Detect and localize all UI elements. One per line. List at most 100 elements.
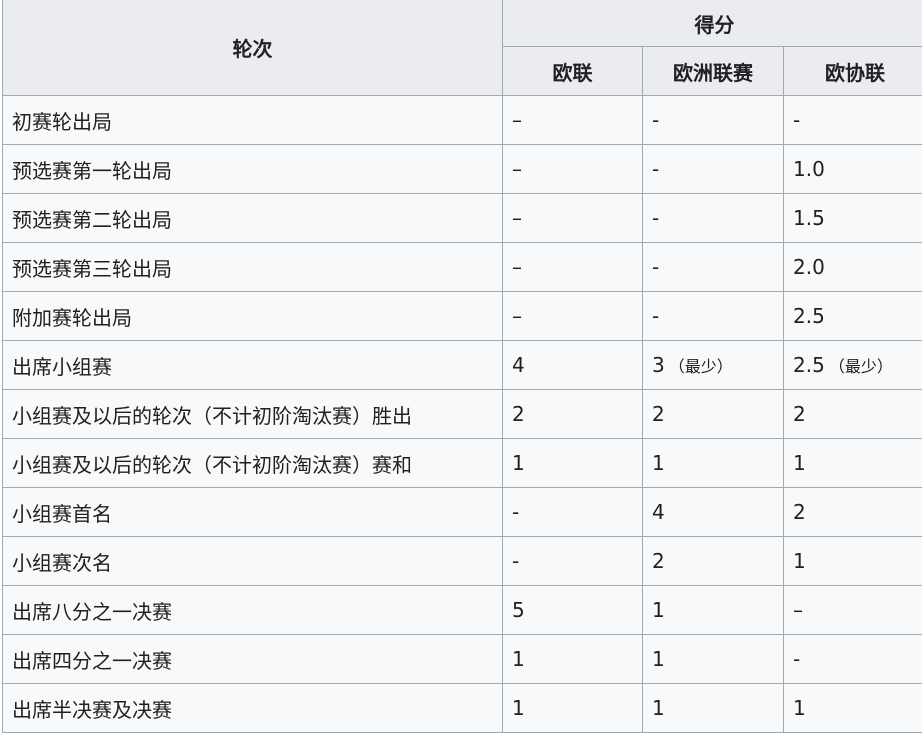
cell-ucl: 1 <box>503 439 643 488</box>
cell-uecl: 2 <box>784 390 922 439</box>
cell-uel-value: 1 <box>652 696 665 720</box>
cell-uecl-value: 1 <box>793 451 806 475</box>
cell-round: 出席八分之一决赛 <box>3 586 503 635</box>
cell-ucl-value: 1 <box>512 451 525 475</box>
cell-ucl-value: 1 <box>512 647 525 671</box>
cell-ucl: – <box>503 243 643 292</box>
table-row: 小组赛次名- 2 1 <box>3 537 922 586</box>
cell-ucl: 2 <box>503 390 643 439</box>
cell-round: 预选赛第三轮出局 <box>3 243 503 292</box>
cell-ucl-value: – <box>512 157 522 181</box>
cell-uel-value: - <box>652 157 659 181</box>
cell-uel: - <box>643 243 784 292</box>
cell-uel: 2 <box>643 537 784 586</box>
cell-uecl-value: 2.0 <box>793 255 825 279</box>
cell-ucl-value: – <box>512 206 522 230</box>
cell-uecl: 2.5 <box>784 292 922 341</box>
cell-ucl-value: 5 <box>512 598 525 622</box>
cell-uecl: 1 <box>784 684 922 733</box>
cell-ucl: – <box>503 145 643 194</box>
cell-uel-value: 1 <box>652 598 665 622</box>
cell-ucl: – <box>503 292 643 341</box>
table-row: 预选赛第三轮出局– - 2.0 <box>3 243 922 292</box>
cell-uel: 1 <box>643 635 784 684</box>
cell-uecl: 1 <box>784 439 922 488</box>
table-body: 初赛轮出局–--预选赛第一轮出局–-1.0预选赛第二轮出局–-1.5预选赛第三轮… <box>3 96 922 733</box>
cell-uecl-value: 2.5 <box>793 353 825 377</box>
cell-uel-value: - <box>652 108 659 132</box>
header-row-top: 轮次 得分 <box>3 0 922 47</box>
header-col-uel: 欧洲联赛 <box>643 47 784 96</box>
header-points: 得分 <box>503 0 922 47</box>
cell-uecl-value: 1.0 <box>793 157 825 181</box>
cell-uecl: - <box>784 635 922 684</box>
table-row: 小组赛首名- 42 <box>3 488 922 537</box>
cell-ucl-value: 4 <box>512 353 525 377</box>
header-col-ucl: 欧联 <box>503 47 643 96</box>
cell-round: 小组赛首名 <box>3 488 503 537</box>
cell-ucl-value: - <box>512 549 519 573</box>
cell-ucl-value: 2 <box>512 402 525 426</box>
cell-uecl-value: 2.5 <box>793 304 825 328</box>
cell-uel: 1 <box>643 439 784 488</box>
table-row: 初赛轮出局– - - <box>3 96 922 145</box>
cell-round: 小组赛及以后的轮次（不计初阶淘汰赛）胜出 <box>3 390 503 439</box>
cell-uel: - <box>643 145 784 194</box>
cell-round: 初赛轮出局 <box>3 96 503 145</box>
cell-round: 出席半决赛及决赛 <box>3 684 503 733</box>
table-row: 附加赛轮出局– - 2.5 <box>3 292 922 341</box>
cell-uecl-value: 1 <box>793 549 806 573</box>
cell-uel: 4 <box>643 488 784 537</box>
cell-uecl-value: 1.5 <box>793 206 825 230</box>
cell-uel-value: 3 <box>652 353 665 377</box>
cell-ucl-value: – <box>512 108 522 132</box>
cell-uel: 1 <box>643 684 784 733</box>
table-row: 出席四分之一决赛 1 1 - <box>3 635 922 684</box>
cell-uel-value: - <box>652 206 659 230</box>
table-row: 小组赛及以后的轮次（不计初阶淘汰赛）赛和 1 1 1 <box>3 439 922 488</box>
cell-uecl-value: 2 <box>793 500 806 524</box>
cell-uecl-value: 1 <box>793 696 806 720</box>
table-row: 出席小组赛43（最少）2.5（最少） <box>3 341 922 390</box>
cell-uel: 1 <box>643 586 784 635</box>
cell-round: 出席四分之一决赛 <box>3 635 503 684</box>
cell-uecl: 2 <box>784 488 922 537</box>
cell-uel: 3（最少） <box>643 341 784 390</box>
cell-uel-note: （最少） <box>669 357 733 376</box>
cell-uecl: 2.0 <box>784 243 922 292</box>
cell-uel: 2 <box>643 390 784 439</box>
cell-uel-value: 1 <box>652 647 665 671</box>
cell-ucl: 1 <box>503 684 643 733</box>
cell-ucl: 4 <box>503 341 643 390</box>
cell-uecl: 2.5（最少） <box>784 341 922 390</box>
header-round: 轮次 <box>3 0 503 96</box>
table-row: 小组赛及以后的轮次（不计初阶淘汰赛）胜出222 <box>3 390 922 439</box>
cell-round: 附加赛轮出局 <box>3 292 503 341</box>
cell-ucl-value: 1 <box>512 696 525 720</box>
cell-uel: - <box>643 292 784 341</box>
table-row: 预选赛第二轮出局– - 1.5 <box>3 194 922 243</box>
table-row: 出席半决赛及决赛 1 1 1 <box>3 684 922 733</box>
cell-ucl-value: – <box>512 304 522 328</box>
cell-ucl-value: – <box>512 255 522 279</box>
cell-round: 预选赛第二轮出局 <box>3 194 503 243</box>
cell-ucl: – <box>503 194 643 243</box>
cell-round: 预选赛第一轮出局 <box>3 145 503 194</box>
table-row: 预选赛第一轮出局– - 1.0 <box>3 145 922 194</box>
cell-ucl: 1 <box>503 635 643 684</box>
cell-round: 小组赛次名 <box>3 537 503 586</box>
cell-uel-value: 2 <box>652 549 665 573</box>
cell-uel-value: - <box>652 304 659 328</box>
cell-uecl-value: - <box>793 647 800 671</box>
cell-uecl: 1.0 <box>784 145 922 194</box>
cell-ucl-value: - <box>512 500 519 524</box>
cell-uecl-value: - <box>793 108 800 132</box>
cell-round: 小组赛及以后的轮次（不计初阶淘汰赛）赛和 <box>3 439 503 488</box>
cell-uecl: 1 <box>784 537 922 586</box>
cell-uecl: – <box>784 586 922 635</box>
cell-uecl-value: – <box>793 598 803 622</box>
cell-uel-value: - <box>652 255 659 279</box>
cell-uel-value: 1 <box>652 451 665 475</box>
cell-ucl: - <box>503 537 643 586</box>
cell-uel: - <box>643 194 784 243</box>
